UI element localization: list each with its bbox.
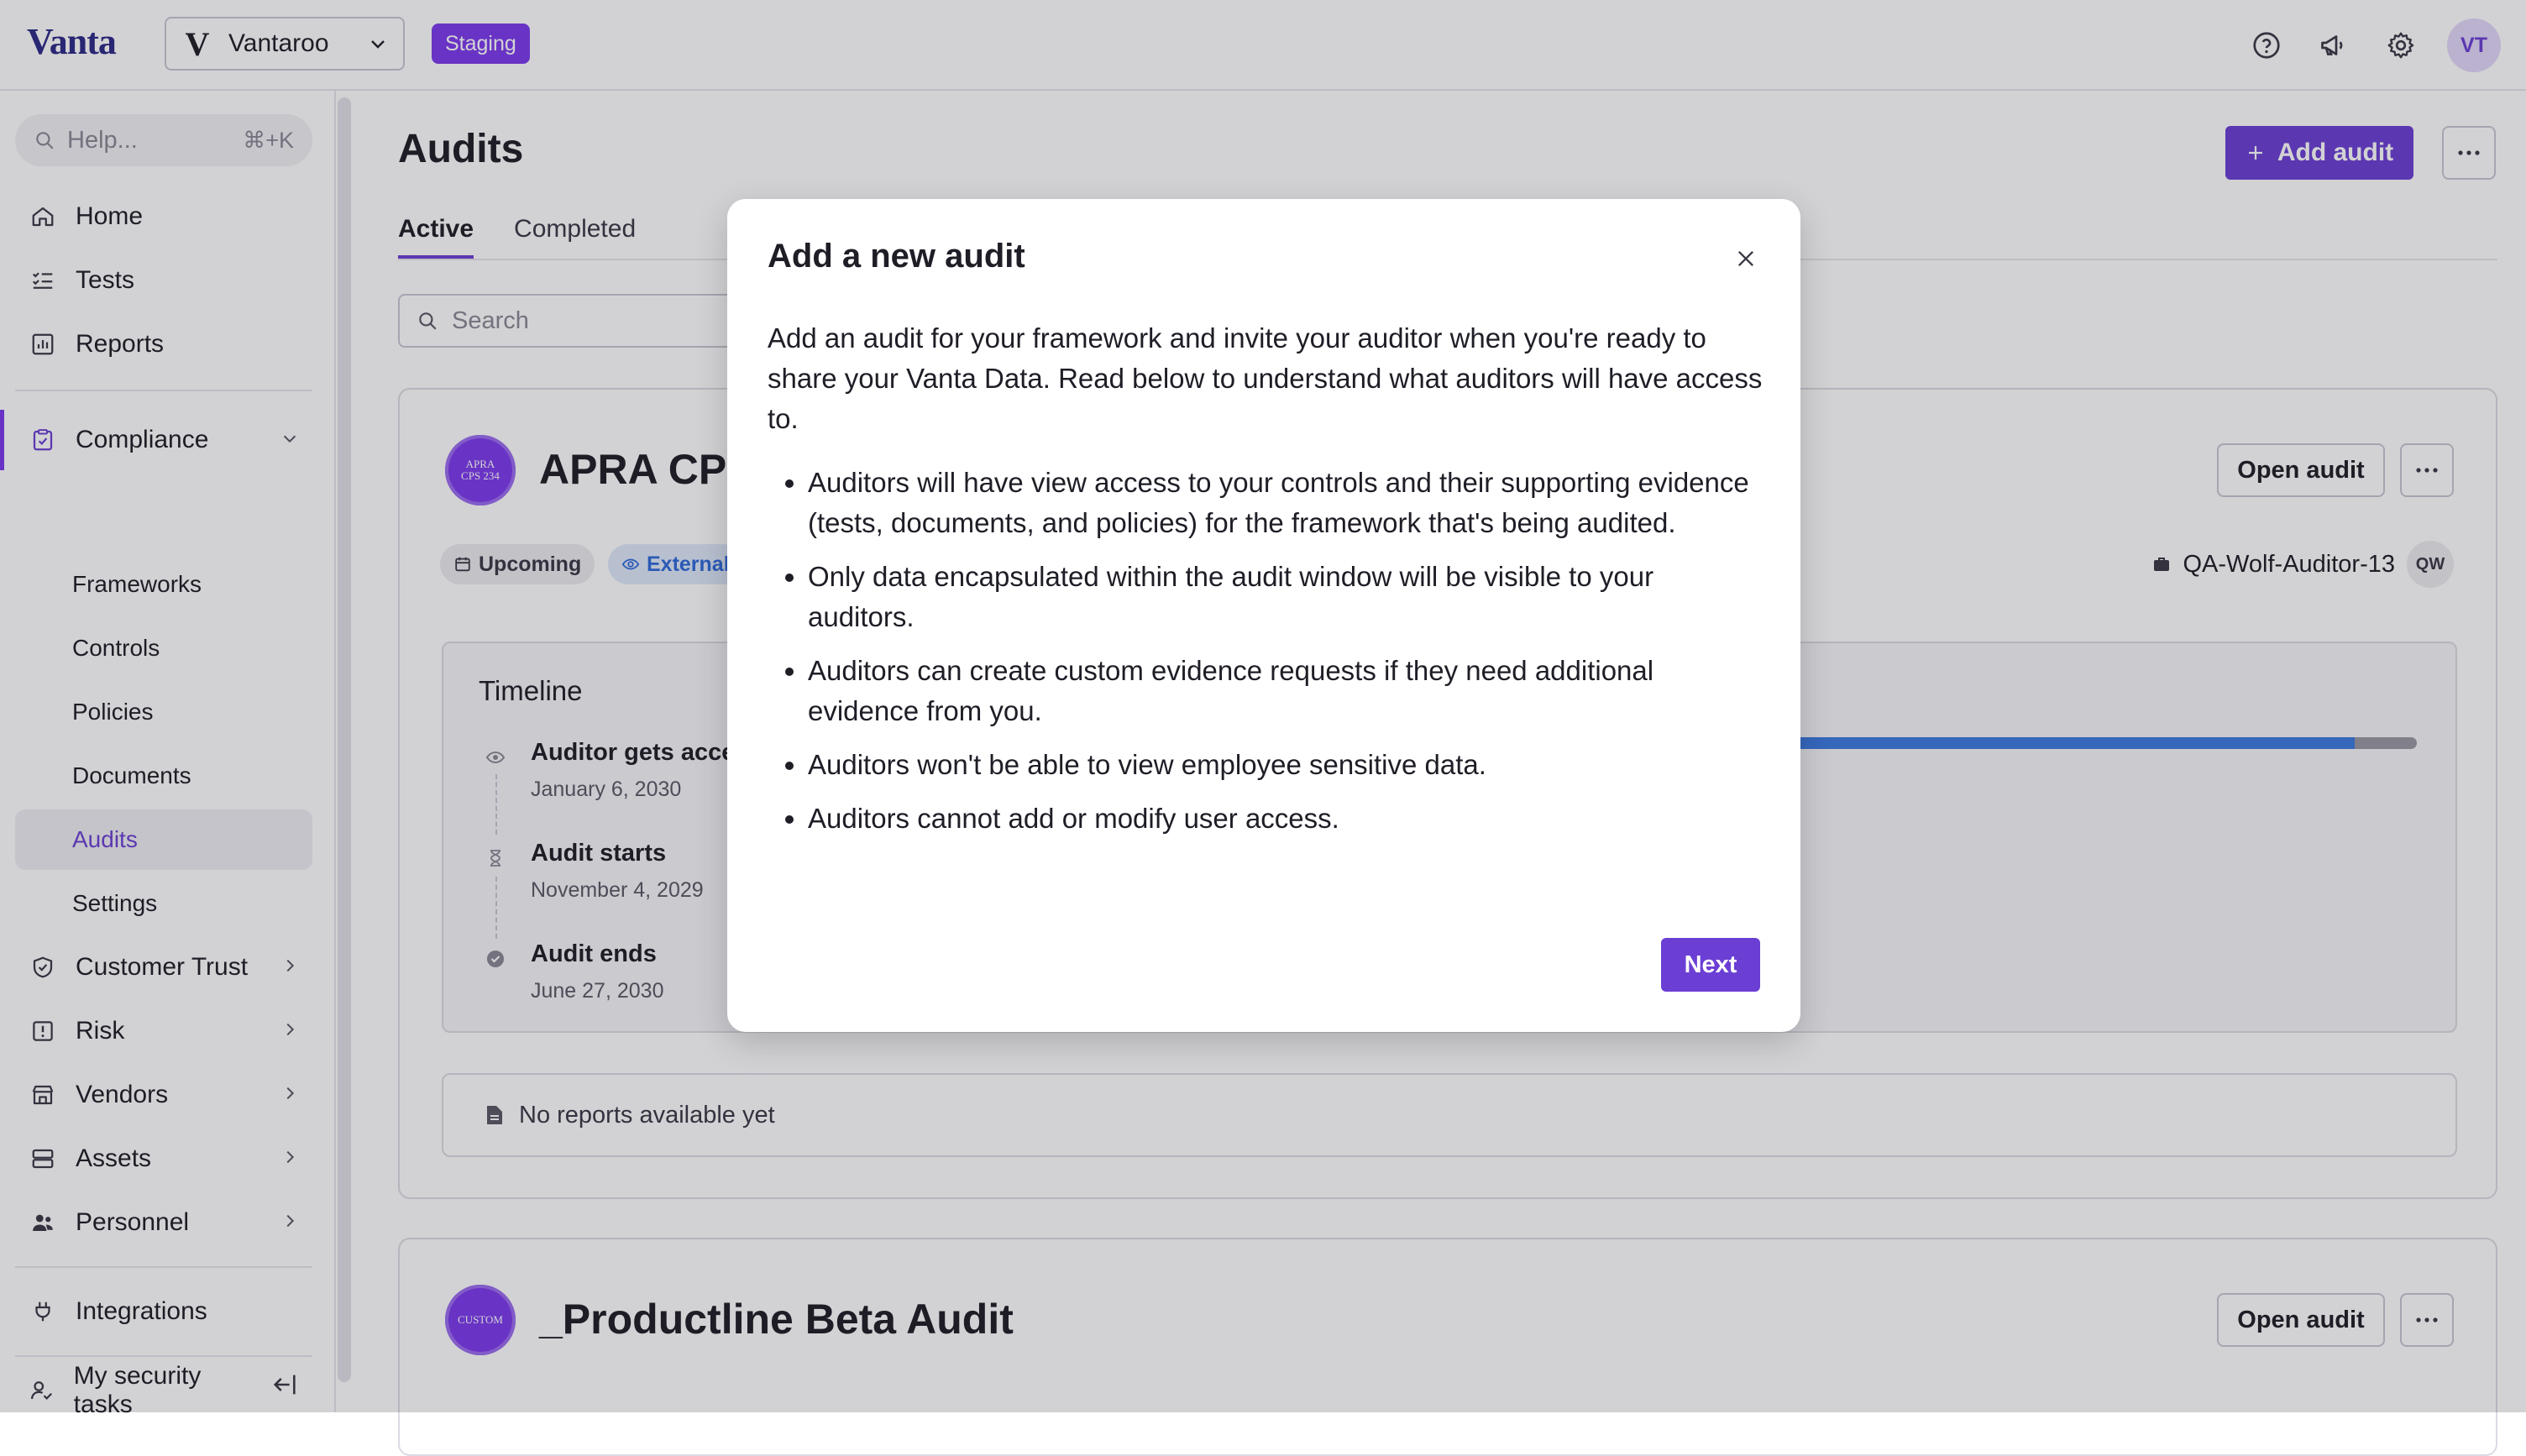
add-audit-modal: Add a new audit Add an audit for your fr… [727, 199, 1800, 1032]
list-item: Auditors won't be able to view employee … [808, 745, 1767, 785]
modal-intro-text: Add an audit for your framework and invi… [768, 322, 1763, 434]
list-item: Auditors cannot add or modify user acces… [808, 799, 1767, 839]
modal-bullet-list: Auditors will have view access to your c… [768, 463, 1767, 852]
modal-title: Add a new audit [768, 238, 1025, 275]
list-item: Auditors will have view access to your c… [808, 463, 1767, 543]
list-item: Only data encapsulated within the audit … [808, 557, 1767, 637]
next-button[interactable]: Next [1661, 938, 1760, 992]
close-icon[interactable] [1732, 244, 1760, 273]
list-item: Auditors can create custom evidence requ… [808, 651, 1767, 731]
